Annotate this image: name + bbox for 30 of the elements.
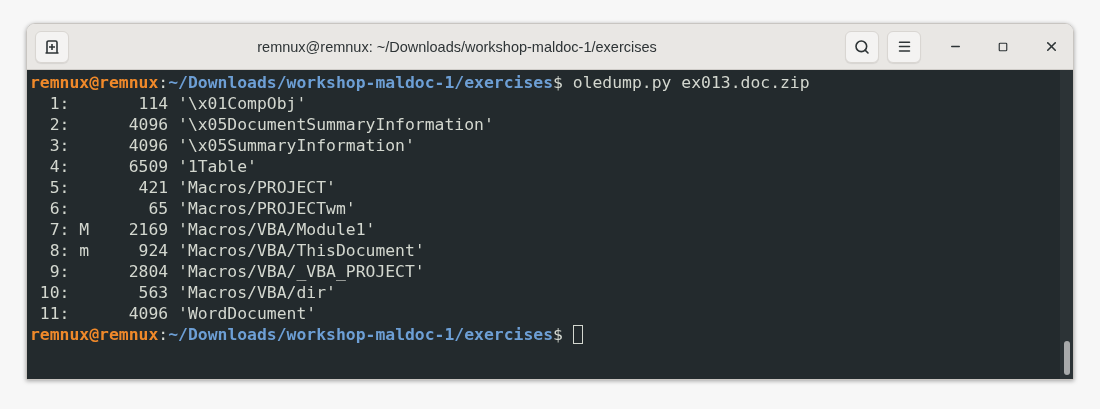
prompt-user: remnux@remnux: [30, 324, 159, 345]
prompt-user: remnux@remnux: [30, 72, 159, 93]
output-line: 2: 4096 '\x05DocumentSummaryInformation': [48, 114, 494, 135]
prompt-separator: :: [158, 324, 169, 345]
output-line: 9: 2804 'Macros/VBA/_VBA_PROJECT': [48, 261, 425, 282]
output-line: 3: 4096 '\x05SummaryInformation': [48, 135, 415, 156]
command-text: oledump.py ex013.doc.zip: [572, 72, 810, 93]
output-line: 4: 6509 '1Table': [48, 156, 257, 177]
prompt-symbol: $: [553, 72, 563, 93]
output-line: 1: 114 '\x01CompObj': [48, 93, 307, 114]
new-tab-icon: [44, 38, 60, 55]
output-line: 7: M 2169 'Macros/VBA/Module1': [48, 219, 376, 240]
prompt-symbol: $: [553, 324, 563, 345]
search-icon: [854, 38, 870, 55]
scrollbar-thumb[interactable]: [1063, 341, 1070, 375]
menu-button[interactable]: [887, 30, 921, 63]
scrollbar[interactable]: [1060, 70, 1073, 379]
output-line: 5: 421 'Macros/PROJECT': [48, 177, 336, 198]
search-button[interactable]: [845, 30, 879, 63]
prompt-path: ~/Downloads/workshop-maldoc-1/exercises: [168, 324, 554, 345]
output-line: 8: m 924 'Macros/VBA/ThisDocument': [48, 240, 425, 261]
maximize-icon: [998, 41, 1008, 52]
prompt-separator: :: [158, 72, 169, 93]
prompt-path: ~/Downloads/workshop-maldoc-1/exercises: [168, 72, 554, 93]
output-line: 11: 4096 'WordDocument': [38, 303, 317, 324]
output-line: 6: 65 'Macros/PROJECTwm': [48, 198, 356, 219]
output-line: 10: 563 'Macros/VBA/dir': [38, 282, 336, 303]
new-tab-button[interactable]: [35, 30, 69, 63]
menu-icon: [896, 39, 912, 54]
window-title: remnux@remnux: ~/Downloads/workshop-maldoc-1/exercises: [256, 38, 658, 55]
